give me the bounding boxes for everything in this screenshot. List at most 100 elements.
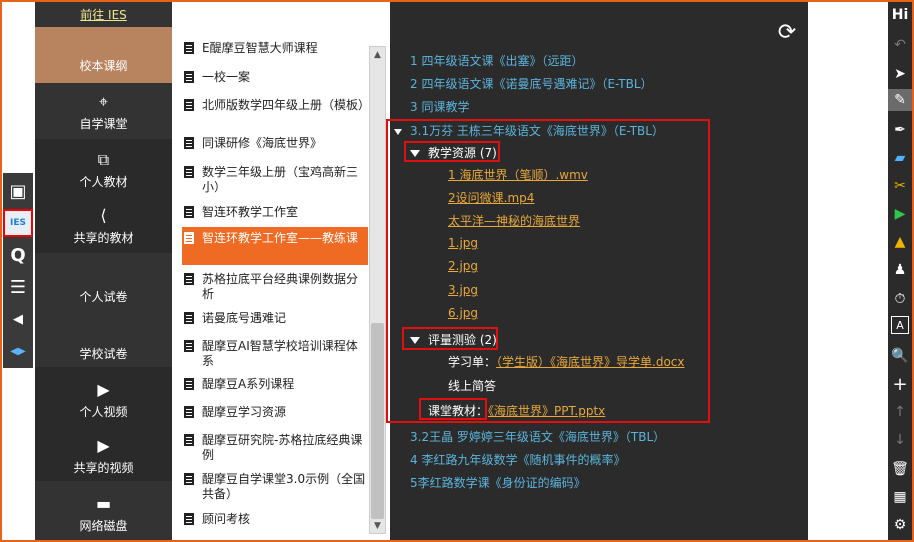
expand-caret-icon[interactable] xyxy=(394,128,402,135)
nav-item-personal-tests[interactable]: 个人试卷 xyxy=(35,253,172,309)
calendar-icon[interactable]: A xyxy=(891,316,909,334)
stamp-icon[interactable]: ▲ xyxy=(888,231,912,253)
scroll-down-arrow-icon[interactable]: ▼ xyxy=(370,518,385,533)
marker-icon[interactable]: ✒ xyxy=(888,119,912,141)
course-item[interactable]: 醍摩豆学习资源 xyxy=(182,405,368,420)
collapse-left-icon[interactable]: ◀ xyxy=(3,305,33,333)
course-item[interactable]: 诺曼底号遇难记 xyxy=(182,311,368,326)
expand-icon[interactable]: ◀▶ xyxy=(3,337,33,365)
add-icon[interactable]: + xyxy=(888,373,912,395)
resource-file-link[interactable]: 1.jpg xyxy=(448,236,478,250)
resource-file-link[interactable]: 2.jpg xyxy=(448,259,478,273)
document-icon xyxy=(184,473,194,485)
document-icon xyxy=(184,99,194,111)
layout-icon[interactable]: ▦ xyxy=(888,486,912,508)
student-icon[interactable]: ♟ xyxy=(888,259,912,281)
course-item[interactable]: 同课研修《海底世界》 xyxy=(182,136,368,151)
nav-item-shared-materials[interactable]: ⟨ 共享的教材 xyxy=(35,195,172,253)
nav-item-network-disk[interactable]: ▬ 网络磁盘 xyxy=(35,481,172,540)
course-label: 苏格拉底平台经典课例数据分析 xyxy=(202,272,359,301)
expand-caret-icon[interactable] xyxy=(410,150,420,157)
course-item[interactable]: 苏格拉底平台经典课例数据分析 xyxy=(182,272,368,302)
course-item[interactable]: 智连环教学工作室 xyxy=(182,205,368,220)
image-icon[interactable]: ▣ xyxy=(3,177,33,205)
lesson-item[interactable]: 1 四年级语文课《出塞》（远距） xyxy=(410,52,583,69)
online-quiz-item[interactable]: 线上简答 xyxy=(448,377,496,394)
lesson-item[interactable]: 3 同课教学 xyxy=(410,98,469,115)
section-header-label: 教学资源 (7) xyxy=(428,146,497,160)
resource-file-link[interactable]: 6.jpg xyxy=(448,306,478,320)
course-label: 智连环教学工作室——教练课 xyxy=(202,231,359,245)
resource-file-link[interactable]: 2设问微课.mp4 xyxy=(448,189,534,206)
arrow-up-icon[interactable]: ↑ xyxy=(888,401,912,423)
nav-item-personal-videos[interactable]: ▶ 个人视频 xyxy=(35,367,172,423)
document-icon xyxy=(184,406,194,418)
course-label: 一校一案 xyxy=(202,70,251,84)
scroll-up-arrow-icon[interactable]: ▲ xyxy=(370,47,385,62)
course-label: 诺曼底号遇难记 xyxy=(202,311,287,325)
document-icon xyxy=(184,42,194,54)
share-icon: ⟨ xyxy=(100,206,107,225)
course-item[interactable]: E醍摩豆智慧大师课程 xyxy=(182,41,368,56)
teaching-resources-header[interactable]: 教学资源 (7) xyxy=(410,144,497,161)
nav-item-self-study[interactable]: ⌖ 自学课堂 xyxy=(35,83,172,139)
course-item[interactable]: 数学三年级上册（宝鸡高新三小） xyxy=(182,165,368,195)
course-item[interactable]: 北师版数学四年级上册（模板） xyxy=(182,98,370,113)
nav-item-shared-videos[interactable]: ▶ 共享的视频 xyxy=(35,423,172,481)
lesson-item[interactable]: 2 四年级语文课《诺曼底号遇难记》（E-TBL） xyxy=(410,75,653,92)
menu-icon[interactable]: ☰ xyxy=(3,273,33,301)
document-icon xyxy=(184,137,194,149)
course-label: 醍摩豆AI智慧学校培训课程体系 xyxy=(202,339,358,368)
course-label: 顾问考核 xyxy=(202,512,251,526)
course-label: 醍摩豆研究院-苏格拉底经典课例 xyxy=(202,433,363,462)
zoom-icon[interactable]: 🔍 xyxy=(888,345,912,367)
ies-icon[interactable]: IES xyxy=(3,209,33,237)
lesson-item[interactable]: 5李红路数学课《身份证的编码》 xyxy=(410,474,586,491)
course-label: 智连环教学工作室 xyxy=(202,205,299,219)
assessment-header[interactable]: 评量测验 (2) xyxy=(410,331,497,348)
timer-icon[interactable]: ⏱ xyxy=(888,288,912,310)
section-header-label: 评量测验 (2) xyxy=(428,333,497,347)
resource-file-link[interactable]: 1 海底世界（笔顺）.wmv xyxy=(448,166,588,183)
course-item[interactable]: 醍摩豆自学课堂3.0示例（全国共备） xyxy=(182,472,368,502)
nav-item-school-syllabus[interactable]: 校本课纲 xyxy=(35,27,172,83)
nav-item-personal-materials[interactable]: ⧉ 个人教材 xyxy=(35,139,172,195)
arrow-down-icon[interactable]: ↓ xyxy=(888,429,912,451)
nav-item-label: 个人视频 xyxy=(79,405,128,419)
refresh-icon[interactable]: ⟳ xyxy=(774,20,800,46)
pen-icon[interactable]: ✎ xyxy=(888,89,912,111)
resource-file-link[interactable]: 太平洋—神秘的海底世界 xyxy=(448,212,580,229)
settings-gear-icon[interactable]: ⚙ xyxy=(888,514,912,536)
course-list: E醍摩豆智慧大师课程 一校一案 北师版数学四年级上册（模板） 同课研修《海底世界… xyxy=(172,2,390,540)
nav-item-label: 网络磁盘 xyxy=(79,519,128,533)
course-list-scrollbar[interactable]: ▲ ▼ xyxy=(369,46,386,534)
document-icon xyxy=(184,166,194,178)
lesson-item[interactable]: 3.2王晶 罗婷婷三年级语文《海底世界》（TBL） xyxy=(410,428,665,445)
play-icon: ▶ xyxy=(97,380,110,399)
clip-icon[interactable]: ✂ xyxy=(888,175,912,197)
record-icon[interactable]: ▶ xyxy=(888,203,912,225)
trash-icon[interactable]: 🗑 xyxy=(888,458,912,480)
course-label: 醍摩豆自学课堂3.0示例（全国共备） xyxy=(202,472,366,501)
resource-file-link[interactable]: 3.jpg xyxy=(448,283,478,297)
go-ies-link[interactable]: 前往 IES xyxy=(35,2,172,27)
q-icon[interactable]: Q xyxy=(3,241,33,269)
nav-item-school-tests[interactable]: 学校试卷 xyxy=(35,309,172,367)
class-material-label: 课堂教材： xyxy=(428,404,489,418)
course-item[interactable]: 醍摩豆AI智慧学校培训课程体系 xyxy=(182,339,368,369)
course-item[interactable]: 醍摩豆A系列课程 xyxy=(182,377,368,392)
expand-caret-icon[interactable] xyxy=(410,337,420,344)
pointer-icon[interactable]: ➤ xyxy=(888,63,912,85)
lesson-item[interactable]: 4 李红路九年级数学《随机事件的概率》 xyxy=(410,451,625,468)
class-material-file-link[interactable]: 《海底世界》PPT.pptx xyxy=(488,404,605,418)
course-item-active[interactable]: 智连环教学工作室——教练课 xyxy=(182,227,368,265)
eraser-icon[interactable]: ▰ xyxy=(888,147,912,169)
scroll-thumb[interactable] xyxy=(371,323,384,519)
course-item[interactable]: 顾问考核 xyxy=(182,512,368,527)
worksheet-file-link[interactable]: （学生版）《海底世界》导学单.docx xyxy=(496,355,684,369)
undo-icon[interactable]: ↶ xyxy=(888,34,912,56)
course-item[interactable]: 一校一案 xyxy=(182,70,368,85)
course-item[interactable]: 醍摩豆研究院-苏格拉底经典课例 xyxy=(182,433,368,463)
document-icon xyxy=(184,206,194,218)
lesson-item-expanded[interactable]: 3.1万芬 王栋三年级语文《海底世界》（E-TBL） xyxy=(394,122,664,139)
